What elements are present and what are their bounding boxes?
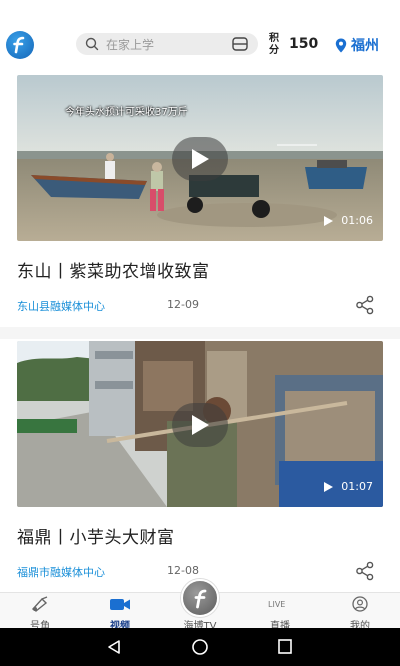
video-meta: 东山县融媒体中心 12-09: [17, 295, 383, 318]
app-logo-icon[interactable]: [6, 31, 34, 59]
video-source[interactable]: 福鼎市融媒体中心: [17, 564, 105, 580]
nav-item-horn[interactable]: 号角: [10, 596, 70, 632]
video-date: 12-08: [167, 564, 199, 577]
duration-text: 01:06: [341, 214, 373, 227]
user-icon: [352, 596, 368, 612]
video-title[interactable]: 福鼎丨小芋头大财富: [17, 523, 383, 548]
haibo-logo-icon: [181, 579, 219, 617]
video-overlay-caption: 今年头水预计可采收37万斤: [65, 107, 188, 118]
video-title[interactable]: 东山丨紫菜助农增收致富: [17, 257, 383, 282]
top-header: 在家上学 积分 150 福州: [0, 0, 400, 72]
video-source[interactable]: 东山县融媒体中心: [17, 298, 105, 314]
play-button[interactable]: [172, 403, 228, 447]
share-icon[interactable]: [355, 295, 375, 315]
small-play-icon: [324, 215, 334, 226]
city-selector[interactable]: 福州: [335, 35, 379, 55]
points-label: 积分: [269, 33, 279, 56]
video-duration: 01:07: [324, 480, 373, 493]
scan-icon[interactable]: [232, 37, 248, 51]
play-icon: [192, 415, 209, 435]
video-duration: 01:06: [324, 214, 373, 227]
share-icon[interactable]: [355, 561, 375, 581]
home-icon[interactable]: [191, 639, 209, 657]
search-bar[interactable]: 在家上学: [76, 33, 258, 55]
recent-apps-icon[interactable]: [277, 639, 293, 655]
points-value[interactable]: 150: [289, 36, 318, 52]
small-play-icon: [324, 481, 334, 492]
system-nav-bar: [0, 628, 400, 666]
live-icon: LIVE: [268, 600, 285, 609]
play-icon: [192, 149, 209, 169]
city-name: 福州: [351, 38, 379, 54]
nav-item-live[interactable]: LIVE 直播: [250, 596, 310, 632]
video-card[interactable]: 01:07 福鼎丨小芋头大财富 福鼎市融媒体中心 12-08: [17, 341, 383, 584]
play-button[interactable]: [172, 137, 228, 181]
bottom-nav: 号角 视频 海博TV LIVE 直播 我的: [0, 579, 400, 632]
card-divider: [0, 327, 400, 339]
video-card[interactable]: 今年头水预计可采收37万斤 01:06 东山丨紫菜助农增收致富 东山县融媒体中心…: [17, 75, 383, 318]
search-icon: [85, 37, 99, 51]
svg-text:LIVE: LIVE: [268, 600, 285, 609]
search-placeholder: 在家上学: [106, 38, 155, 52]
nav-item-me[interactable]: 我的: [330, 596, 390, 632]
video-date: 12-09: [167, 298, 199, 311]
nav-item-video[interactable]: 视频: [90, 596, 150, 632]
video-thumbnail[interactable]: 今年头水预计可采收37万斤 01:06: [17, 75, 383, 241]
location-pin-icon: [335, 38, 347, 52]
video-camera-icon: [110, 599, 130, 610]
horn-icon: [31, 596, 48, 612]
video-thumbnail[interactable]: 01:07: [17, 341, 383, 507]
duration-text: 01:07: [341, 480, 373, 493]
nav-item-haibo-tv[interactable]: 海博TV: [170, 579, 230, 632]
back-icon[interactable]: [106, 639, 122, 655]
